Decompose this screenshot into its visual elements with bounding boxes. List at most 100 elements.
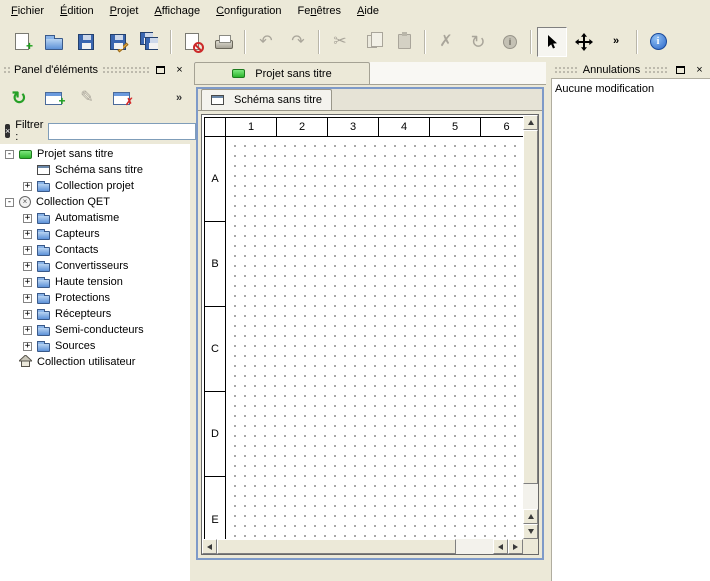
collapse-icon[interactable]: - [5, 198, 14, 207]
menu-item-fichier[interactable]: Fichier [3, 2, 52, 20]
menu-item-aide[interactable]: Aide [349, 2, 387, 20]
redo-icon: ↷ [291, 34, 304, 50]
filter-input[interactable] [48, 123, 196, 140]
arrow-down-icon [528, 529, 534, 534]
edit-element-button[interactable]: ✎ [71, 82, 103, 114]
collapse-icon[interactable]: - [5, 150, 14, 159]
tab-projet-sans-titre[interactable]: Projet sans titre [194, 62, 370, 84]
menu-item-configuration[interactable]: Configuration [208, 2, 289, 20]
paste-icon [398, 34, 411, 49]
tree-item-semi-conducteurs[interactable]: + Semi-conducteurs [0, 322, 190, 338]
undo-history-empty-item[interactable]: Aucune modification [555, 81, 707, 96]
move-tool-button[interactable] [569, 27, 599, 57]
expand-icon[interactable]: + [23, 230, 32, 239]
expand-icon[interactable]: + [23, 182, 32, 191]
tree-item-label: Collection utilisateur [37, 356, 135, 368]
tree-item-projet-sans-titre[interactable]: - Projet sans titre [0, 146, 190, 162]
tab-schema-sans-titre[interactable]: Schéma sans titre [201, 89, 332, 110]
elements-tree: - Projet sans titre Schéma sans titre + … [0, 144, 190, 581]
dotted-grid[interactable] [226, 137, 523, 539]
folder-icon [37, 231, 50, 240]
expand-icon[interactable]: + [23, 214, 32, 223]
tree-item-contacts[interactable]: + Contacts [0, 242, 190, 258]
element-info-button[interactable]: i [495, 27, 525, 57]
scroll-up-button[interactable] [523, 115, 538, 130]
expand-icon[interactable]: + [23, 278, 32, 287]
expand-icon[interactable]: + [23, 262, 32, 271]
tree-item-label: Collection projet [55, 180, 134, 192]
expand-icon[interactable]: + [23, 246, 32, 255]
close-file-button[interactable] [177, 27, 207, 57]
folder-icon [37, 247, 50, 256]
paste-button[interactable] [389, 27, 419, 57]
diagram-sheet[interactable]: 1 2 3 4 5 6 A B C D [204, 117, 523, 539]
open-folder-icon [45, 38, 63, 50]
expand-icon[interactable]: + [23, 326, 32, 335]
dock-handle[interactable] [102, 66, 149, 75]
horizontal-scroll-thumb[interactable] [217, 539, 456, 554]
vertical-scrollbar[interactable] [523, 115, 538, 539]
float-panel-button[interactable] [673, 64, 688, 77]
delete-element-button[interactable]: ✗ [105, 82, 137, 114]
elements-panel-titlebar[interactable]: Panel d'éléments × [0, 62, 190, 78]
open-file-button[interactable] [39, 27, 69, 57]
dock-handle[interactable] [3, 66, 10, 75]
tree-item-label: Collection QET [36, 196, 110, 208]
scroll-up-button-2[interactable] [523, 509, 538, 524]
row-headers: A B C D E [205, 137, 226, 539]
undo-button[interactable]: ↶ [251, 27, 281, 57]
tree-item-protections[interactable]: + Protections [0, 290, 190, 306]
menu-item-projet[interactable]: Projet [102, 2, 147, 20]
toolbar-overflow-button[interactable]: » [601, 27, 631, 57]
tree-item-collection-qet[interactable]: - × Collection QET [0, 194, 190, 210]
rotate-button[interactable]: ↻ [463, 27, 493, 57]
cut-button[interactable]: ✂ [325, 27, 355, 57]
print-button[interactable] [209, 27, 239, 57]
menu-item-fenetres[interactable]: Fenêtres [290, 2, 349, 20]
about-button[interactable]: i [643, 27, 673, 57]
save-button[interactable] [71, 27, 101, 57]
tree-item-convertisseurs[interactable]: + Convertisseurs [0, 258, 190, 274]
dock-handle[interactable] [554, 66, 579, 75]
tree-item-collection-projet[interactable]: + Collection projet [0, 178, 190, 194]
redo-button[interactable]: ↷ [283, 27, 313, 57]
menu-item-affichage[interactable]: Affichage [146, 2, 208, 20]
new-element-button[interactable]: + [37, 82, 69, 114]
expand-icon[interactable]: + [23, 294, 32, 303]
menu-item-edition[interactable]: Édition [52, 2, 102, 20]
scroll-down-button[interactable] [523, 524, 538, 539]
copy-button[interactable] [357, 27, 387, 57]
select-tool-button[interactable] [537, 27, 567, 57]
tree-item-capteurs[interactable]: + Capteurs [0, 226, 190, 242]
application-window: Fichier Édition Projet Affichage Configu… [0, 0, 710, 581]
panel-toolbar-overflow-button[interactable]: » [171, 86, 187, 110]
tree-item-collection-utilisateur[interactable]: Collection utilisateur [0, 354, 190, 370]
menu-label: ffichage [162, 5, 200, 17]
clear-filter-button[interactable]: × [5, 124, 10, 138]
float-panel-button[interactable] [153, 64, 168, 77]
save-all-button[interactable] [135, 27, 165, 57]
menu-label: ide [364, 5, 379, 17]
tree-item-automatisme[interactable]: + Automatisme [0, 210, 190, 226]
dock-handle[interactable] [644, 66, 669, 75]
scroll-right-button[interactable] [508, 539, 523, 554]
diagram-canvas[interactable]: 1 2 3 4 5 6 A B C D [202, 115, 523, 539]
delete-button[interactable]: ✗ [431, 27, 461, 57]
tree-item-sources[interactable]: + Sources [0, 338, 190, 354]
new-file-button[interactable]: + [7, 27, 37, 57]
elements-panel: Panel d'éléments × ↻ + ✎ ✗ » × Filtrer : [0, 62, 190, 581]
reload-collections-button[interactable]: ↻ [3, 82, 35, 114]
save-as-button[interactable] [103, 27, 133, 57]
horizontal-scrollbar[interactable] [202, 539, 523, 554]
scroll-left-button-2[interactable] [493, 539, 508, 554]
expand-icon[interactable]: + [23, 310, 32, 319]
tree-item-haute-tension[interactable]: + Haute tension [0, 274, 190, 290]
scroll-left-button[interactable] [202, 539, 217, 554]
undo-panel-titlebar[interactable]: Annulations × [551, 62, 710, 78]
expand-icon[interactable]: + [23, 342, 32, 351]
tree-item-recepteurs[interactable]: + Récepteurs [0, 306, 190, 322]
vertical-scroll-thumb[interactable] [523, 130, 538, 484]
tree-item-schema-sans-titre[interactable]: Schéma sans titre [0, 162, 190, 178]
close-panel-button[interactable]: × [172, 64, 187, 77]
close-panel-button[interactable]: × [692, 64, 707, 77]
